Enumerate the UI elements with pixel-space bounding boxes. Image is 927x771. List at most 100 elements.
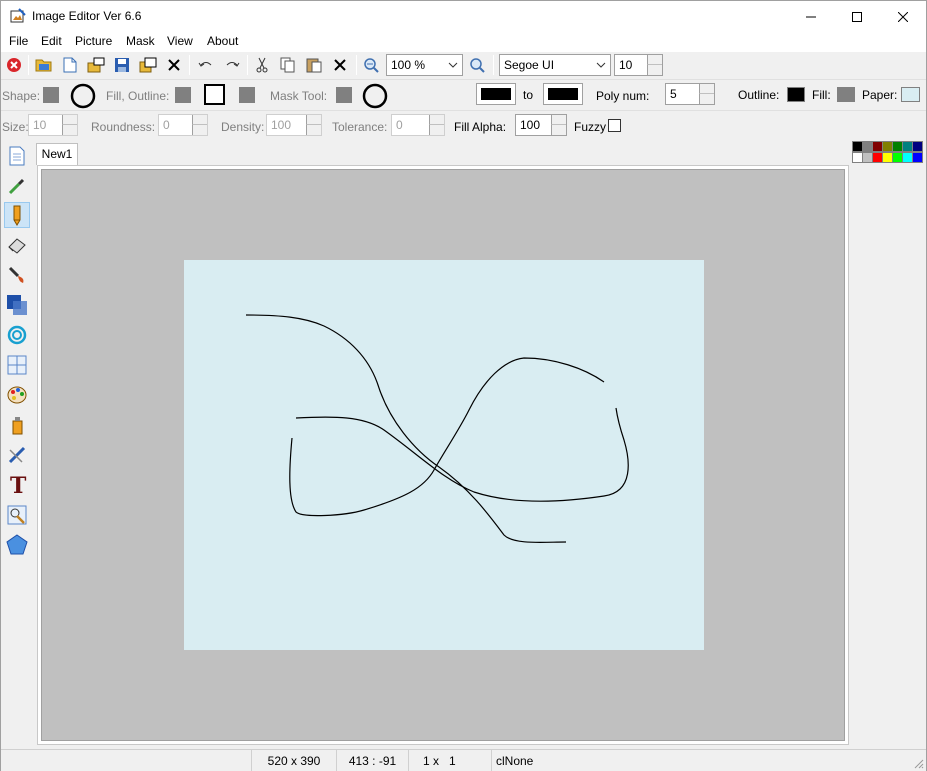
svg-text:T: T	[10, 474, 27, 496]
undo-icon[interactable]	[195, 54, 217, 76]
fill-alpha-label: Fill Alpha:	[454, 120, 507, 134]
spin-down-button[interactable]	[62, 125, 77, 135]
color-palette-icon[interactable]	[4, 382, 30, 408]
mask-tool-fill-button[interactable]	[336, 87, 352, 103]
spin-up-button[interactable]	[62, 115, 77, 125]
spin-up-button[interactable]	[306, 115, 321, 125]
spin-down-button[interactable]	[647, 65, 662, 75]
cut-icon[interactable]	[251, 54, 273, 76]
window-title: Image Editor Ver 6.6	[32, 9, 142, 23]
rectangle-shape-icon[interactable]	[4, 292, 30, 318]
poly-num-label: Poly num:	[596, 89, 650, 103]
menu-about[interactable]: About	[205, 34, 240, 48]
text-icon[interactable]: T	[4, 472, 30, 498]
menu-edit[interactable]: Edit	[39, 34, 64, 48]
color-palette	[852, 141, 926, 165]
polygon-icon[interactable]	[4, 532, 30, 558]
mask-fill-button[interactable]	[239, 87, 255, 103]
font-name-value: Segoe UI	[504, 58, 555, 72]
shape-fill-button[interactable]	[43, 87, 59, 103]
app-icon	[10, 8, 26, 24]
spin-up-button[interactable]	[192, 115, 207, 125]
zoom-combo[interactable]: 100 %	[386, 54, 463, 76]
size-value: 10	[33, 118, 47, 132]
spray-can-icon[interactable]	[4, 412, 30, 438]
copy-icon[interactable]	[277, 54, 299, 76]
poly-num-spinner[interactable]: 5	[665, 83, 715, 105]
open-folder-icon[interactable]	[33, 54, 55, 76]
spin-up-button[interactable]	[551, 115, 566, 125]
eyedropper-icon[interactable]	[4, 173, 30, 199]
minimize-button[interactable]	[788, 1, 834, 32]
mask-circle-icon[interactable]	[362, 83, 388, 109]
maximize-button[interactable]	[834, 1, 880, 32]
spin-up-button[interactable]	[429, 115, 444, 125]
spin-up-button[interactable]	[699, 84, 714, 94]
delete-icon[interactable]	[163, 54, 185, 76]
shape-label: Shape:	[2, 89, 41, 103]
gradient-from-button[interactable]	[476, 83, 516, 105]
close-red-icon[interactable]	[3, 54, 25, 76]
roundness-label: Roundness:	[91, 120, 156, 134]
clear-icon[interactable]	[329, 54, 351, 76]
menu-picture[interactable]: Picture	[73, 34, 114, 48]
font-size-spinner[interactable]: 10	[614, 54, 663, 76]
menu-mask[interactable]: Mask	[124, 34, 157, 48]
resize-grip-icon[interactable]	[914, 759, 924, 769]
spin-up-button[interactable]	[647, 55, 662, 65]
fill-alpha-spinner[interactable]: 100	[515, 114, 567, 136]
grid-icon[interactable]	[4, 352, 30, 378]
fill-color-swatch[interactable]	[837, 87, 855, 102]
font-name-combo[interactable]: Segoe UI	[499, 54, 611, 76]
spin-down-button[interactable]	[306, 125, 321, 135]
density-spinner[interactable]: 100	[266, 114, 322, 136]
tab-new1[interactable]: New1	[36, 143, 78, 165]
status-scale: 1 x 1	[408, 750, 491, 771]
zoom-out-icon[interactable]	[360, 54, 382, 76]
font-size-value: 10	[619, 58, 633, 72]
zoom-in-icon[interactable]	[466, 54, 488, 76]
paste-icon[interactable]	[303, 54, 325, 76]
magic-wand-icon[interactable]	[4, 502, 30, 528]
outline-square-button[interactable]	[204, 84, 225, 105]
new-image-icon[interactable]	[4, 143, 30, 169]
line-icon[interactable]	[4, 442, 30, 468]
tolerance-value: 0	[396, 118, 403, 132]
status-color: clNone	[491, 750, 621, 771]
new-document-icon[interactable]	[59, 54, 81, 76]
circle-shape-icon[interactable]	[4, 322, 30, 348]
size-spinner[interactable]: 10	[28, 114, 78, 136]
brush-options-row: Size: 10 Roundness: 0 Density: 100 Toler…	[1, 110, 926, 141]
save-as-icon[interactable]	[137, 54, 159, 76]
mask-tool-label: Mask Tool:	[270, 89, 328, 103]
import-icon[interactable]	[85, 54, 107, 76]
tolerance-spinner[interactable]: 0	[391, 114, 445, 136]
roundness-spinner[interactable]: 0	[158, 114, 208, 136]
brush-icon[interactable]	[4, 262, 30, 288]
pencil-strokes	[245, 314, 629, 544]
close-window-button[interactable]	[880, 1, 926, 32]
redo-icon[interactable]	[221, 54, 243, 76]
shape-circle-icon[interactable]	[70, 83, 96, 109]
spin-down-button[interactable]	[551, 125, 566, 135]
size-label: Size:	[2, 120, 29, 134]
main-toolbar: 100 % Segoe UI 10	[1, 52, 926, 79]
save-icon[interactable]	[111, 54, 133, 76]
outline-color-swatch[interactable]	[787, 87, 805, 102]
palette-color-cell[interactable]	[912, 152, 923, 163]
paper-color-swatch[interactable]	[901, 87, 920, 102]
drawing-canvas[interactable]	[184, 260, 704, 650]
menu-file[interactable]: File	[7, 34, 30, 48]
menu-view[interactable]: View	[165, 34, 195, 48]
spin-down-button[interactable]	[429, 125, 444, 135]
eraser-icon[interactable]	[4, 232, 30, 258]
palette-color-cell[interactable]	[912, 141, 923, 152]
tool-palette: T	[1, 141, 35, 751]
spin-down-button[interactable]	[699, 94, 714, 104]
spin-down-button[interactable]	[192, 125, 207, 135]
pencil-icon[interactable]	[4, 202, 30, 228]
gradient-to-button[interactable]	[543, 83, 583, 105]
fuzzy-checkbox[interactable]	[608, 119, 621, 132]
title-bar: Image Editor Ver 6.6	[1, 1, 926, 32]
fill-button[interactable]	[175, 87, 191, 103]
